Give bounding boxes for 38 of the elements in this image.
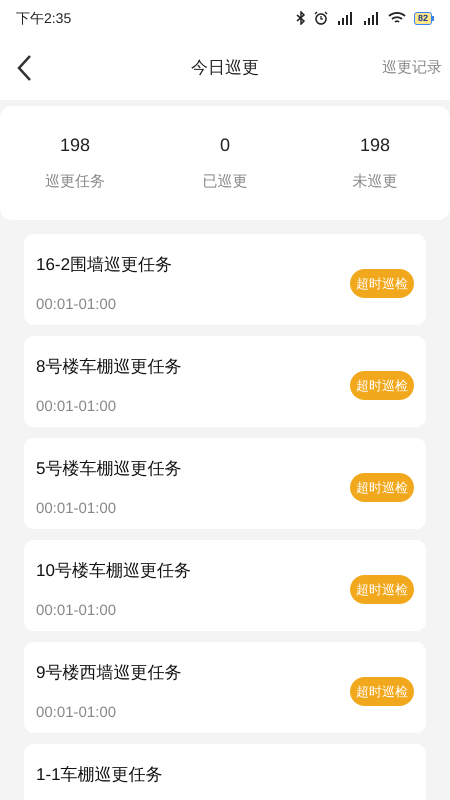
- status-tag: 超时巡检: [350, 268, 414, 298]
- stat-value: 0: [220, 134, 230, 158]
- task-title: 8号楼车棚巡更任务: [36, 356, 182, 378]
- task-time: 00:01-01:00: [36, 396, 118, 416]
- stat-value: 198: [360, 134, 390, 158]
- wifi-icon: [388, 11, 406, 25]
- stat-label: 巡更任务: [45, 172, 105, 192]
- battery-level: 82: [418, 14, 428, 22]
- task-time: 00:01-01:00: [36, 702, 118, 722]
- stat-label: 已巡更: [202, 172, 248, 192]
- task-card[interactable]: 16-2围墙巡更任务 00:01-01:00 超时巡检: [24, 234, 426, 325]
- status-tag: 超时巡检: [350, 370, 414, 400]
- task-title: 16-2围墙巡更任务: [36, 254, 172, 276]
- back-icon: [16, 54, 32, 82]
- stat-value: 198: [60, 134, 90, 158]
- task-card[interactable]: 8号楼车棚巡更任务 00:01-01:00 超时巡检: [24, 336, 426, 427]
- status-tag: 超时巡检: [350, 574, 414, 604]
- task-title: 5号楼车棚巡更任务: [36, 458, 182, 480]
- status-tag: 超时巡检: [350, 676, 414, 706]
- history-link[interactable]: 巡更记录: [382, 56, 442, 80]
- task-card[interactable]: 9号楼西墙巡更任务 00:01-01:00 超时巡检: [24, 642, 426, 733]
- task-title: 10号楼车棚巡更任务: [36, 560, 191, 582]
- bluetooth-icon: [296, 11, 306, 25]
- status-time: 下午2:35: [16, 8, 72, 28]
- signal-icon: [336, 12, 354, 24]
- signal-icon: [362, 12, 380, 24]
- task-card[interactable]: 10号楼车棚巡更任务 00:01-01:00 超时巡检: [24, 540, 426, 631]
- task-time: 00:01-01:00: [36, 498, 118, 518]
- task-card[interactable]: 5号楼车棚巡更任务 00:01-01:00 超时巡检: [24, 438, 426, 529]
- task-title: 9号楼西墙巡更任务: [36, 662, 182, 684]
- alarm-icon: [314, 11, 328, 25]
- page-title: 今日巡更: [191, 57, 259, 80]
- status-tag: 超时巡检: [350, 472, 414, 502]
- task-time: 00:01-01:00: [36, 600, 118, 620]
- task-card[interactable]: 1-1车棚巡更任务: [24, 744, 426, 800]
- task-title: 1-1车棚巡更任务: [36, 764, 163, 786]
- task-time: 00:01-01:00: [36, 294, 118, 314]
- stat-label: 未巡更: [352, 172, 398, 192]
